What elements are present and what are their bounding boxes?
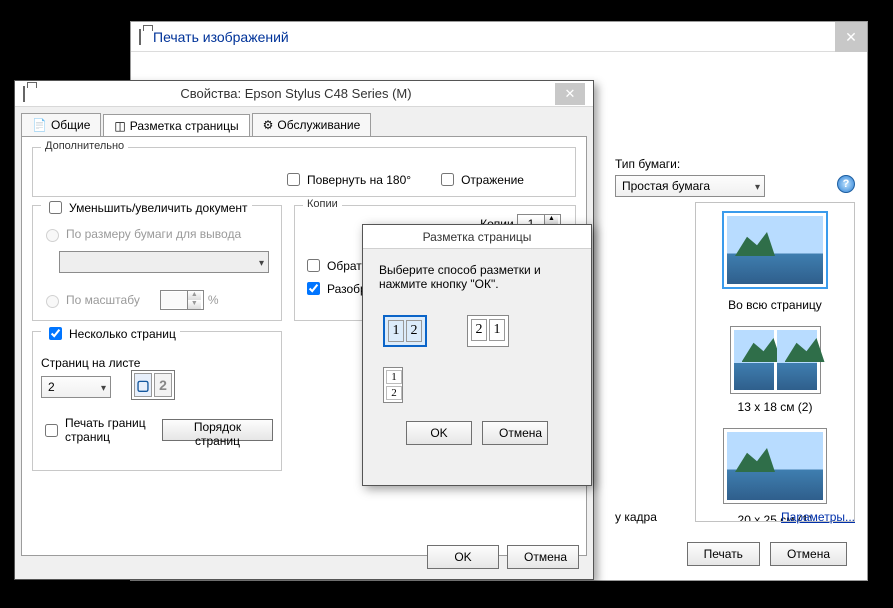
pages-per-sheet-select[interactable]: 2 bbox=[41, 376, 111, 398]
outer-cancel-button[interactable]: Отмена bbox=[770, 542, 847, 566]
printer-icon bbox=[23, 87, 37, 101]
props-ok-button[interactable]: OK bbox=[427, 545, 499, 569]
paper-type-select[interactable]: Простая бумага bbox=[615, 175, 765, 197]
footer-line: у кадра Параметры... bbox=[615, 510, 855, 524]
layout-icon: ◫ bbox=[114, 119, 125, 133]
printer-icon bbox=[139, 30, 153, 44]
multipage-group: Несколько страниц Страниц на листе 2 ▢2 … bbox=[32, 331, 282, 471]
print-button[interactable]: Печать bbox=[687, 542, 760, 566]
layout-thumbnails: Во всю страницу 13 x 18 см (2) 20 x 25 с… bbox=[695, 202, 855, 522]
props-tabs: 📄Общие ◫Разметка страницы ⚙Обслуживание bbox=[21, 113, 587, 136]
layout-option-12[interactable]: 12 bbox=[383, 315, 427, 347]
props-titlebar: Свойства: Epson Stylus C48 Series (M) ✕ bbox=[15, 81, 593, 107]
resize-group: Уменьшить/увеличить документ По размеру … bbox=[32, 205, 282, 321]
props-title: Свойства: Epson Stylus C48 Series (M) bbox=[37, 86, 555, 101]
modal-prompt: Выберите способ разметки и нажмите кнопк… bbox=[379, 263, 575, 291]
by-output-radio: По размеру бумаги для вывода bbox=[41, 226, 241, 242]
props-close-button[interactable]: ✕ bbox=[555, 83, 585, 105]
print-borders-checkbox[interactable]: Печать границ страниц bbox=[41, 416, 148, 444]
props-cancel-button[interactable]: Отмена bbox=[507, 545, 579, 569]
rotate-180-checkbox[interactable]: Повернуть на 180° bbox=[283, 170, 411, 189]
pages-preview-icon: ▢2 bbox=[131, 370, 175, 400]
layout-option-21[interactable]: 21 bbox=[467, 315, 509, 347]
paper-type-panel: Тип бумаги: Простая бумага ? bbox=[615, 157, 855, 197]
parameters-link[interactable]: Параметры... bbox=[781, 510, 855, 524]
paper-type-label: Тип бумаги: bbox=[615, 157, 855, 171]
outer-titlebar: Печать изображений bbox=[131, 22, 867, 52]
thumb-20x25[interactable]: 20 x 25 см (1) bbox=[704, 428, 846, 522]
tab-layout[interactable]: ◫Разметка страницы bbox=[103, 114, 249, 137]
multipage-checkbox[interactable]: Несколько страниц bbox=[41, 324, 180, 343]
thumb-13x18[interactable]: 13 x 18 см (2) bbox=[704, 326, 846, 414]
additional-group: Дополнительно Повернуть на 180° Отражени… bbox=[32, 147, 576, 197]
page-order-button[interactable]: Порядок страниц bbox=[162, 419, 273, 441]
fit-frame-label: у кадра bbox=[615, 510, 657, 524]
modal-cancel-button[interactable]: Отмена bbox=[482, 421, 548, 445]
by-scale-radio: По масштабу ▲▼ % bbox=[41, 290, 219, 310]
tab-service[interactable]: ⚙Обслуживание bbox=[252, 113, 372, 136]
resize-checkbox[interactable]: Уменьшить/увеличить документ bbox=[41, 198, 252, 217]
outer-close-button[interactable]: ✕ bbox=[835, 22, 867, 52]
thumb-full-page[interactable]: Во всю страницу bbox=[704, 211, 846, 312]
document-icon: 📄 bbox=[32, 118, 47, 132]
mirror-checkbox[interactable]: Отражение bbox=[437, 170, 524, 189]
gear-icon: ⚙ bbox=[263, 118, 274, 132]
output-size-select bbox=[59, 251, 269, 273]
modal-title: Разметка страницы bbox=[363, 225, 591, 249]
page-layout-modal: Разметка страницы Выберите способ размет… bbox=[362, 224, 592, 486]
outer-title: Печать изображений bbox=[153, 29, 289, 45]
help-icon[interactable]: ? bbox=[837, 175, 855, 193]
layout-option-vertical[interactable]: 12 bbox=[383, 367, 403, 403]
modal-ok-button[interactable]: OK bbox=[406, 421, 472, 445]
tab-general[interactable]: 📄Общие bbox=[21, 113, 101, 136]
pages-per-sheet-label: Страниц на листе bbox=[41, 356, 140, 370]
